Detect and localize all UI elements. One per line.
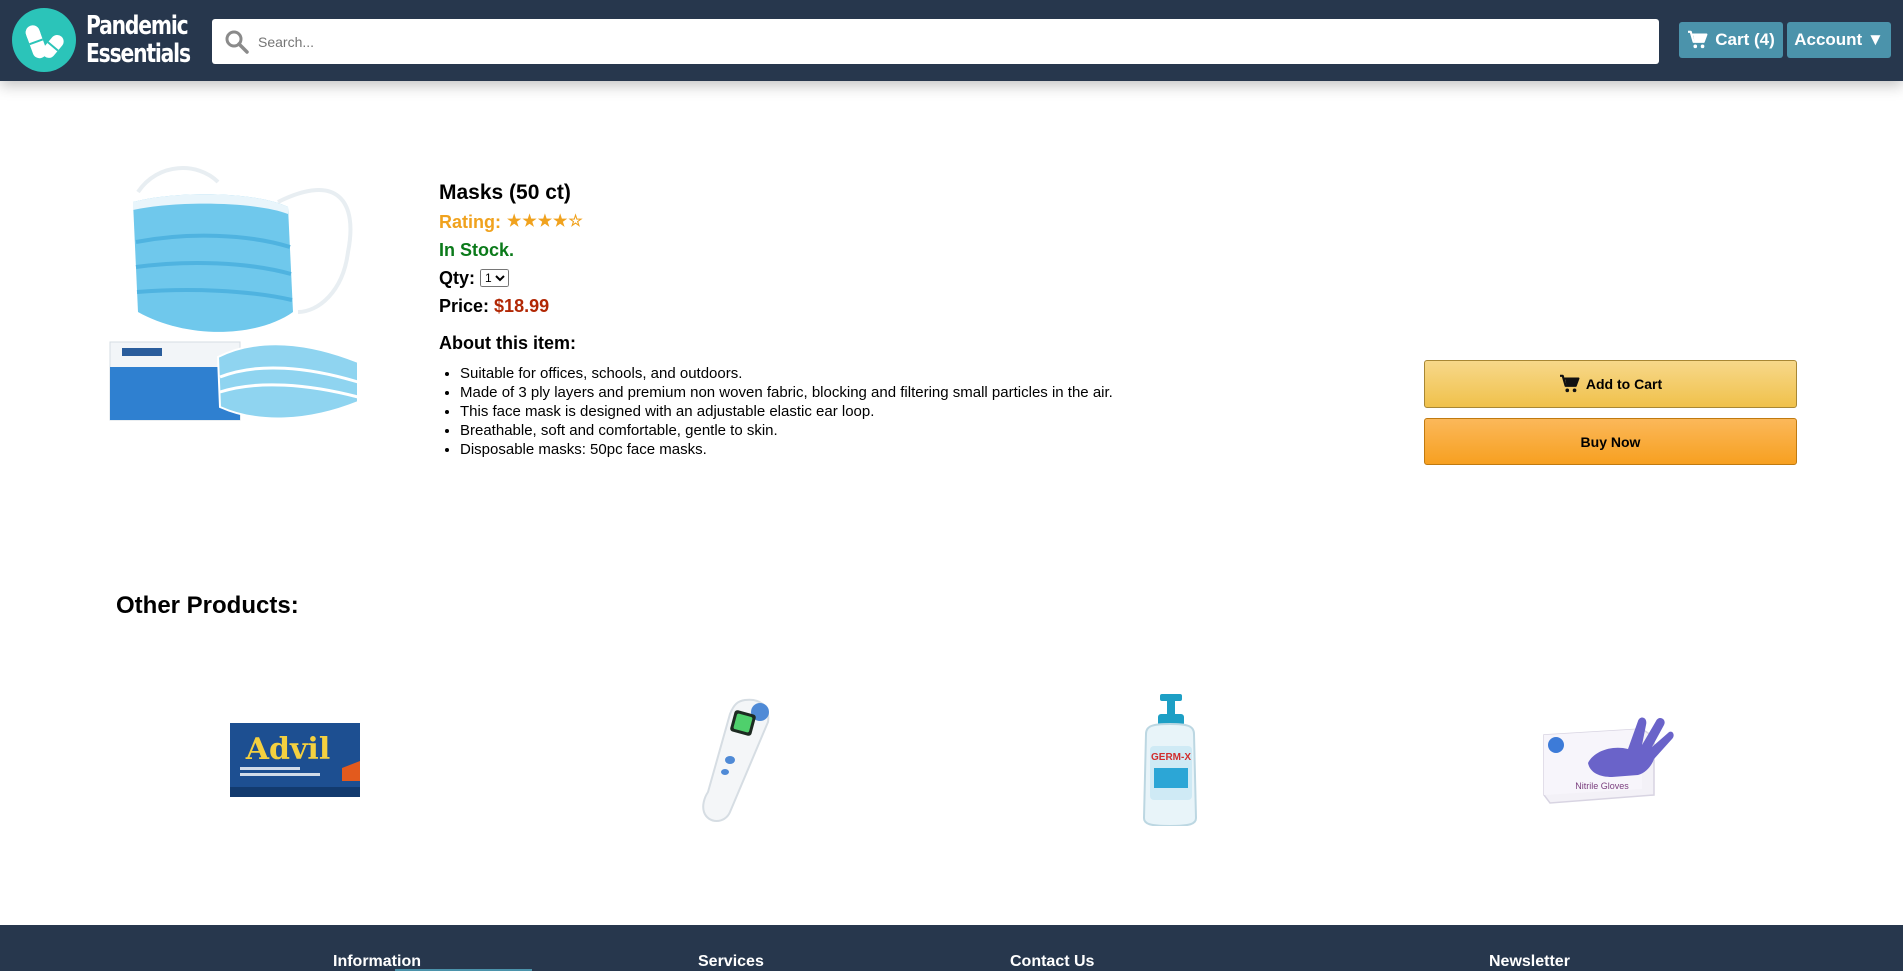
about-heading: About this item: <box>439 333 576 353</box>
site-footer: Information Services Contact Us Newslett… <box>0 925 1903 971</box>
nitrile-gloves-image: Nitrile Gloves <box>1543 717 1674 804</box>
product-image <box>108 162 364 424</box>
logo-line-2: Essentials <box>86 39 191 69</box>
footer-heading-newsletter[interactable]: Newsletter <box>1489 953 1570 971</box>
advil-brand-text: Advil <box>245 732 330 767</box>
hand-sanitizer-image: GERM-X <box>1142 694 1198 826</box>
price-label: Price: <box>439 296 490 316</box>
product-title: Masks (50 ct) <box>439 181 571 204</box>
search-icon[interactable] <box>224 29 250 55</box>
product-tile-hand-sanitizer[interactable]: GERM-X <box>1130 690 1210 830</box>
footer-heading-services[interactable]: Services <box>698 953 764 971</box>
account-button[interactable]: Account ▼ <box>1787 22 1891 58</box>
cart-label: Cart (4) <box>1715 30 1775 49</box>
price-row: Price: $18.99 <box>439 292 1239 320</box>
list-item: Made of 3 ply layers and premium non wov… <box>460 383 1239 402</box>
add-to-cart-button[interactable]: Add to Cart <box>1424 360 1797 408</box>
rating-label: Rating: <box>439 212 501 232</box>
buy-now-label: Buy Now <box>1580 433 1641 450</box>
cart-icon <box>1688 30 1708 49</box>
pill-logo-icon <box>12 8 76 72</box>
rating-stars-icon: ★★★★☆ <box>507 213 584 230</box>
list-item: This face mask is designed with an adjus… <box>460 402 1239 421</box>
product-tile-nitrile-gloves[interactable]: Nitrile Gloves <box>1542 690 1674 830</box>
list-item: Suitable for offices, schools, and outdo… <box>460 364 1239 383</box>
gloves-label-text: Nitrile Gloves <box>1575 781 1629 791</box>
buy-now-button[interactable]: Buy Now <box>1424 418 1797 465</box>
search-bar[interactable] <box>212 19 1659 64</box>
site-logo[interactable]: Pandemic Essentials <box>12 8 219 72</box>
logo-line-1: Pandemic <box>86 11 189 41</box>
quantity-row: Qty: 1 <box>439 264 1239 292</box>
other-products-heading: Other Products: <box>116 592 299 619</box>
product-tile-advil[interactable]: Advil <box>230 690 360 830</box>
advil-box-image: Advil <box>230 723 360 797</box>
list-item: Breathable, soft and comfortable, gentle… <box>460 421 1239 440</box>
stock-status: In Stock. <box>439 240 515 260</box>
sanitizer-brand-text: GERM-X <box>1151 752 1191 763</box>
account-label: Account ▼ <box>1794 30 1884 49</box>
quantity-select[interactable]: 1 <box>480 269 509 287</box>
face-mask-box-image <box>109 166 359 421</box>
search-input[interactable] <box>258 33 1638 50</box>
add-to-cart-label: Add to Cart <box>1585 376 1663 392</box>
price-value: $18.99 <box>494 296 550 316</box>
cart-button[interactable]: Cart (4) <box>1679 22 1783 58</box>
footer-heading-contact[interactable]: Contact Us <box>1010 953 1094 971</box>
product-tile-thermometer[interactable] <box>690 690 780 830</box>
top-navigation-bar: Pandemic Essentials Cart (4) Account ▼ <box>0 0 1903 81</box>
qty-label: Qty: <box>439 268 475 288</box>
cart-icon <box>1559 374 1580 393</box>
thermometer-image <box>702 698 770 822</box>
list-item: Disposable masks: 50pc face masks. <box>460 440 1239 459</box>
about-bullets: Suitable for offices, schools, and outdo… <box>439 364 1239 459</box>
product-details: Masks (50 ct) Rating: ★★★★☆ In Stock. Qt… <box>439 178 1239 459</box>
product-rating: Rating: ★★★★☆ <box>439 208 1239 236</box>
logo-text: Pandemic Essentials <box>86 11 191 69</box>
